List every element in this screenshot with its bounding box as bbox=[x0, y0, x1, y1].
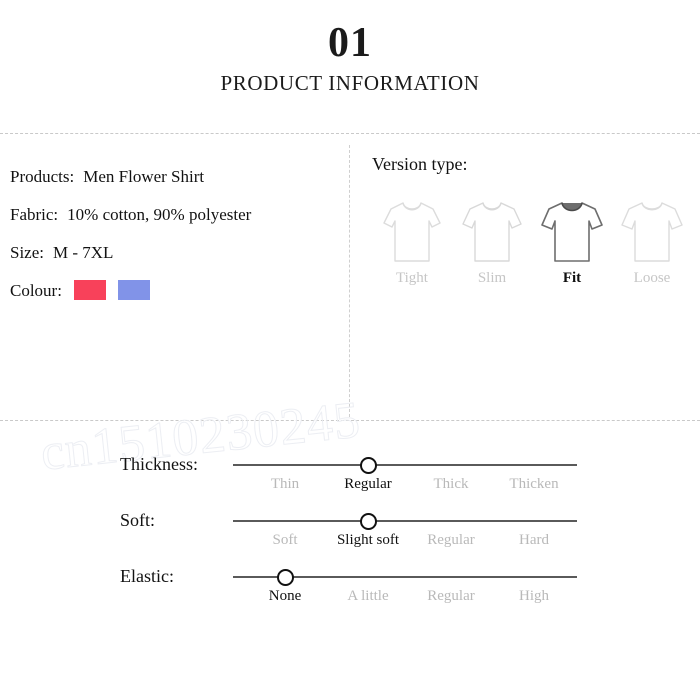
tshirt-icon bbox=[383, 202, 441, 262]
tshirt-icon bbox=[621, 202, 683, 262]
spec-label: Products: bbox=[10, 166, 75, 186]
attribute-sliders: Thickness: Thin Regular Thick Thicken Soft:… bbox=[0, 450, 700, 618]
slider-knob[interactable] bbox=[359, 513, 377, 530]
divider-top bbox=[0, 133, 700, 134]
colour-swatch-red[interactable] bbox=[73, 280, 106, 300]
spec-row-colour: Colour: bbox=[10, 271, 340, 309]
product-information-infographic: 01 PRODUCT INFORMATION Products: Men Flo… bbox=[0, 0, 700, 678]
slider-ticks: None A little Regular High bbox=[233, 589, 577, 613]
tshirt-icon bbox=[462, 202, 522, 262]
version-option-fit[interactable]: Fit bbox=[532, 199, 612, 286]
slider-tick-label[interactable]: A little bbox=[347, 589, 388, 604]
slider-knob[interactable] bbox=[359, 457, 377, 474]
slider-ticks: Thin Regular Thick Thicken bbox=[233, 477, 577, 501]
slider-row-soft: Soft: Soft Slight soft Regular Hard bbox=[0, 506, 700, 562]
slider-tick-label[interactable]: Regular bbox=[427, 533, 474, 548]
spec-label: Colour: bbox=[10, 280, 62, 300]
slider-tick-label[interactable]: Regular bbox=[427, 589, 474, 604]
product-specs: Products: Men Flower Shirt Fabric: 10% c… bbox=[10, 157, 340, 309]
slider-label: Soft: bbox=[120, 510, 156, 530]
version-option-label: Loose bbox=[633, 270, 671, 286]
slider-elastic[interactable]: None A little Regular High bbox=[233, 562, 577, 618]
divider-middle bbox=[0, 420, 700, 421]
spec-value: M - 7XL bbox=[53, 242, 114, 262]
tshirt-icon bbox=[541, 202, 603, 262]
spec-label: Fabric: bbox=[10, 204, 59, 224]
slider-tick-label[interactable]: None bbox=[269, 589, 302, 604]
divider-vertical bbox=[349, 145, 350, 417]
header: 01 PRODUCT INFORMATION bbox=[0, 0, 700, 133]
spec-value: 10% cotton, 90% polyester bbox=[67, 204, 252, 224]
slider-track bbox=[233, 464, 577, 466]
version-option-loose[interactable]: Loose bbox=[612, 199, 692, 286]
slider-row-elastic: Elastic: None A little Regular High bbox=[0, 562, 700, 618]
spec-row-products: Products: Men Flower Shirt bbox=[10, 157, 340, 195]
spec-label: Size: bbox=[10, 242, 44, 262]
slider-tick-label[interactable]: Hard bbox=[519, 533, 549, 548]
slider-tick-label[interactable]: High bbox=[519, 589, 549, 604]
spec-value: Men Flower Shirt bbox=[83, 166, 205, 186]
slider-tick-label[interactable]: Thicken bbox=[509, 477, 558, 492]
slider-soft[interactable]: Soft Slight soft Regular Hard bbox=[233, 506, 577, 562]
slider-ticks: Soft Slight soft Regular Hard bbox=[233, 533, 577, 557]
slider-knob[interactable] bbox=[276, 569, 294, 586]
version-type-panel: Version type: Tight Slim Fit Loose bbox=[372, 155, 692, 286]
version-option-label: Tight bbox=[396, 270, 428, 286]
slider-tick-label[interactable]: Thin bbox=[271, 477, 299, 492]
version-type-heading: Version type: bbox=[372, 154, 468, 174]
version-option-label: Slim bbox=[477, 270, 507, 286]
slider-tick-label[interactable]: Slight soft bbox=[337, 533, 399, 548]
slider-label: Thickness: bbox=[120, 454, 198, 474]
slider-tick-label[interactable]: Soft bbox=[272, 533, 297, 548]
spec-row-fabric: Fabric: 10% cotton, 90% polyester bbox=[10, 195, 340, 233]
slider-tick-label[interactable]: Regular bbox=[344, 477, 391, 492]
version-option-label: Fit bbox=[562, 270, 582, 286]
slider-row-thickness: Thickness: Thin Regular Thick Thicken bbox=[0, 450, 700, 506]
version-option-slim[interactable]: Slim bbox=[452, 199, 532, 286]
spec-row-size: Size: M - 7XL bbox=[10, 233, 340, 271]
slider-tick-label[interactable]: Thick bbox=[434, 477, 469, 492]
version-option-tight[interactable]: Tight bbox=[372, 199, 452, 286]
colour-swatches bbox=[73, 280, 162, 300]
slider-label: Elastic: bbox=[120, 566, 174, 586]
section-number: 01 bbox=[328, 20, 372, 66]
slider-thickness[interactable]: Thin Regular Thick Thicken bbox=[233, 450, 577, 506]
slider-track bbox=[233, 520, 577, 522]
page-title: PRODUCT INFORMATION bbox=[220, 71, 480, 95]
colour-swatch-blue[interactable] bbox=[117, 280, 150, 300]
version-options: Tight Slim Fit Loose bbox=[372, 199, 692, 286]
